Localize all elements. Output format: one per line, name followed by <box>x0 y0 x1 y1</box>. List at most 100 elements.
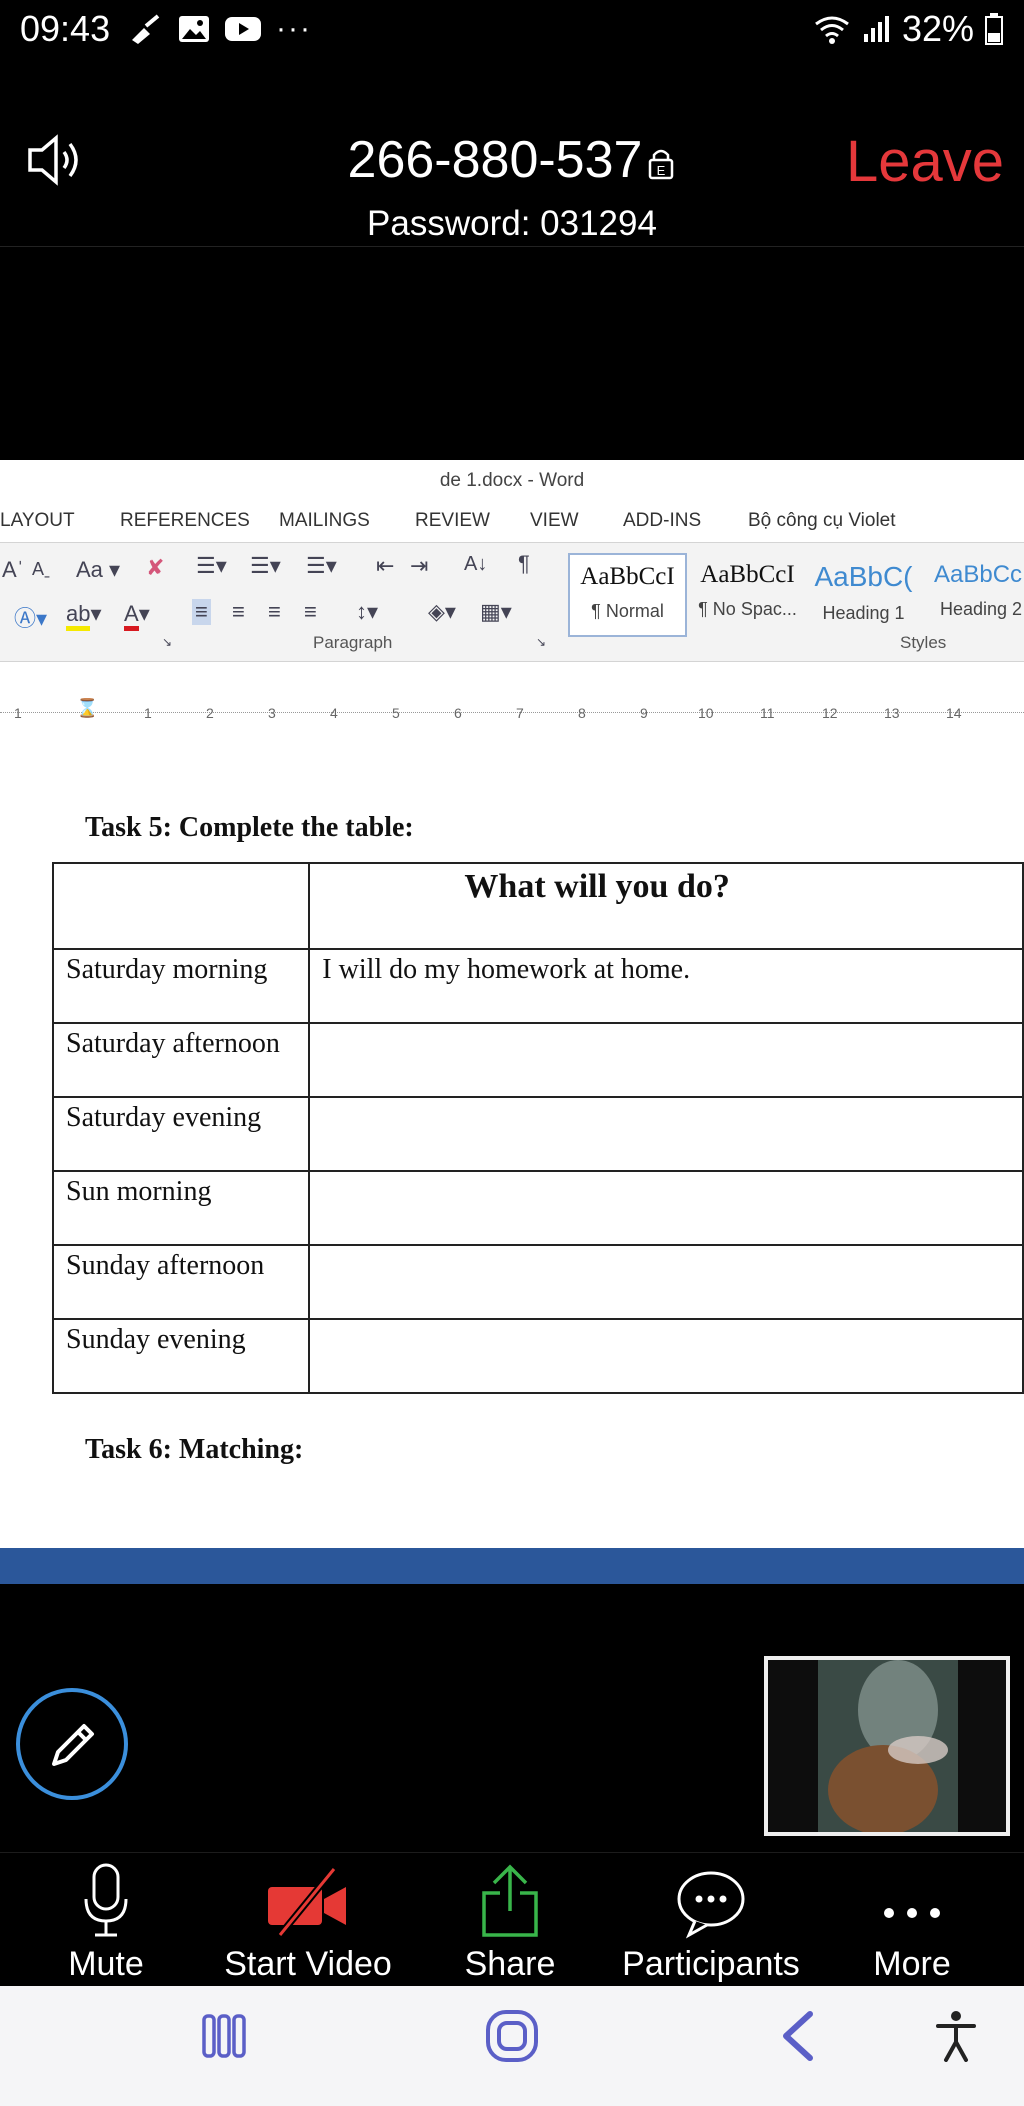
status-time: 09:43 <box>20 8 111 49</box>
style-normal[interactable]: AaBbCcI ¶ Normal <box>568 553 687 637</box>
table-cell-time[interactable]: Saturday afternoon <box>51 1022 311 1098</box>
show-formatting-icon[interactable]: ¶ <box>518 551 530 577</box>
table-cell-time[interactable]: Saturday evening <box>51 1096 311 1172</box>
table-cell-answer[interactable] <box>308 1170 1024 1246</box>
word-window-title: de 1.docx - Word <box>439 470 585 491</box>
tab-view[interactable]: VIEW <box>530 510 579 532</box>
tab-violet-tools[interactable]: Bộ công cụ Violet <box>748 510 896 532</box>
multilevel-list-icon[interactable]: ☰▾ <box>306 553 337 579</box>
clear-formatting-icon[interactable]: ✘ <box>146 555 164 581</box>
tab-add-ins[interactable]: ADD-INS <box>623 510 701 532</box>
tab-mailings[interactable]: MAILINGS <box>279 510 370 532</box>
align-left-icon[interactable]: ≡ <box>192 599 211 625</box>
table-cell-answer[interactable] <box>308 1318 1024 1394</box>
table-header-empty-cell[interactable] <box>51 862 311 950</box>
ruler: 1 1 2 3 4 5 6 7 8 9 10 11 12 13 14 ⌛ <box>0 698 1024 728</box>
pencil-icon <box>52 1724 94 1766</box>
change-case-icon[interactable]: Aa ▾ <box>76 557 120 583</box>
annotate-button[interactable] <box>16 1688 128 1800</box>
paragraph-dialog-launcher-icon[interactable]: ↘ <box>536 635 546 649</box>
borders-icon[interactable]: ▦▾ <box>480 599 512 625</box>
wifi-icon <box>815 16 849 44</box>
shrink-font-icon[interactable]: Aˍ <box>32 559 50 580</box>
status-bar: 09:43 ··· 32% <box>0 0 1024 62</box>
video-off-icon <box>268 1866 346 1938</box>
table-cell-time[interactable]: Sun morning <box>51 1170 311 1246</box>
plan-table[interactable]: What will you do? Saturday morning I wil… <box>51 862 1024 1394</box>
table-row: Saturday afternoon <box>51 1022 1024 1098</box>
table-cell-time[interactable]: Sunday afternoon <box>51 1244 311 1320</box>
broom-icon <box>132 14 160 44</box>
chat-bubble-icon <box>677 1871 745 1939</box>
start-video-label: Start Video <box>224 1945 392 1983</box>
line-spacing-icon[interactable]: ↕▾ <box>356 599 378 625</box>
camera-feed-image <box>768 1660 1006 1832</box>
style-heading-2[interactable]: AaBbCcI Heading 2 <box>928 553 1024 633</box>
bullets-icon[interactable]: ☰▾ <box>196 553 227 579</box>
align-right-icon[interactable]: ≡ <box>268 599 281 625</box>
start-video-button[interactable]: Start Video <box>208 1853 408 1987</box>
task-5-heading[interactable]: Task 5: Complete the table: <box>85 812 414 844</box>
table-cell-answer[interactable]: I will do my homework at home. <box>308 948 1024 1024</box>
more-label: More <box>873 1945 951 1983</box>
participants-button[interactable]: Participants <box>611 1853 811 1987</box>
mute-label: Mute <box>68 1945 144 1983</box>
svg-text:E: E <box>657 163 666 178</box>
indent-marker-icon[interactable]: ⌛ <box>76 698 98 719</box>
word-status-bar <box>0 1548 1024 1584</box>
text-effects-icon[interactable]: Ⓐ▾ <box>14 601 47 633</box>
tab-review[interactable]: REVIEW <box>415 510 490 532</box>
table-header-row: What will you do? <box>51 862 1024 950</box>
style-heading-1[interactable]: AaBbC( Heading 1 <box>806 553 921 633</box>
font-dialog-launcher-icon[interactable]: ↘ <box>162 635 172 649</box>
header-divider <box>0 246 1024 247</box>
table-cell-answer[interactable] <box>308 1022 1024 1098</box>
increase-indent-icon[interactable]: ⇥ <box>410 553 428 579</box>
mute-button[interactable]: Mute <box>6 1853 206 1987</box>
back-icon[interactable] <box>776 2010 820 2062</box>
self-video-thumbnail[interactable] <box>764 1656 1010 1836</box>
task-6-heading[interactable]: Task 6: Matching: <box>85 1434 303 1466</box>
highlight-color-icon[interactable]: ab▾ <box>66 601 102 631</box>
table-header-cell[interactable]: What will you do? <box>308 862 1024 950</box>
shading-icon[interactable]: ◈▾ <box>428 599 456 625</box>
table-cell-time[interactable]: Saturday morning <box>51 948 311 1024</box>
shared-screen[interactable]: de 1.docx - Word LAYOUT REFERENCES MAILI… <box>0 460 1024 1584</box>
table-cell-answer[interactable] <box>308 1096 1024 1172</box>
more-button[interactable]: More <box>812 1853 1012 1987</box>
table-cell-answer[interactable] <box>308 1244 1024 1320</box>
youtube-icon <box>225 17 261 41</box>
system-indicators: 32% <box>812 8 1004 50</box>
gallery-icon <box>179 16 209 42</box>
system-nav-bar <box>0 1986 1024 2106</box>
share-button[interactable]: Share <box>410 1853 610 1987</box>
signal-icon <box>863 16 889 42</box>
ribbon-tabs: LAYOUT REFERENCES MAILINGS REVIEW VIEW A… <box>0 510 1024 540</box>
table-row: Saturday morning I will do my homework a… <box>51 948 1024 1024</box>
style-no-spacing[interactable]: AaBbCcI ¶ No Spac... <box>690 553 805 633</box>
encryption-lock-icon: E <box>646 133 676 193</box>
accessibility-icon[interactable] <box>934 2010 978 2062</box>
justify-icon[interactable]: ≡ <box>304 599 317 625</box>
tab-layout[interactable]: LAYOUT <box>0 510 75 532</box>
share-label: Share <box>464 1945 556 1983</box>
share-icon <box>482 1864 538 1937</box>
leave-button[interactable]: Leave <box>846 128 1004 195</box>
grow-font-icon[interactable]: Aˈ <box>2 557 24 583</box>
table-cell-time[interactable]: Sunday evening <box>51 1318 311 1394</box>
home-icon[interactable] <box>484 2008 540 2064</box>
meeting-password: Password: 031294 <box>367 204 657 243</box>
notification-icons: ··· <box>128 12 312 46</box>
meeting-toolbar: Mute Start Video Share Participants More <box>0 1852 1024 1987</box>
sort-icon[interactable]: A↓ <box>464 553 487 576</box>
font-color-icon[interactable]: A▾ <box>124 601 150 631</box>
table-row: Sunday evening <box>51 1318 1024 1394</box>
numbering-icon[interactable]: ☰▾ <box>250 553 281 579</box>
battery-percent: 32% <box>901 8 974 49</box>
recent-apps-icon[interactable] <box>200 2012 248 2060</box>
battery-icon <box>985 13 1003 45</box>
participants-label: Participants <box>622 1945 800 1983</box>
align-center-icon[interactable]: ≡ <box>232 599 245 625</box>
tab-references[interactable]: REFERENCES <box>120 510 250 532</box>
decrease-indent-icon[interactable]: ⇤ <box>376 553 394 579</box>
